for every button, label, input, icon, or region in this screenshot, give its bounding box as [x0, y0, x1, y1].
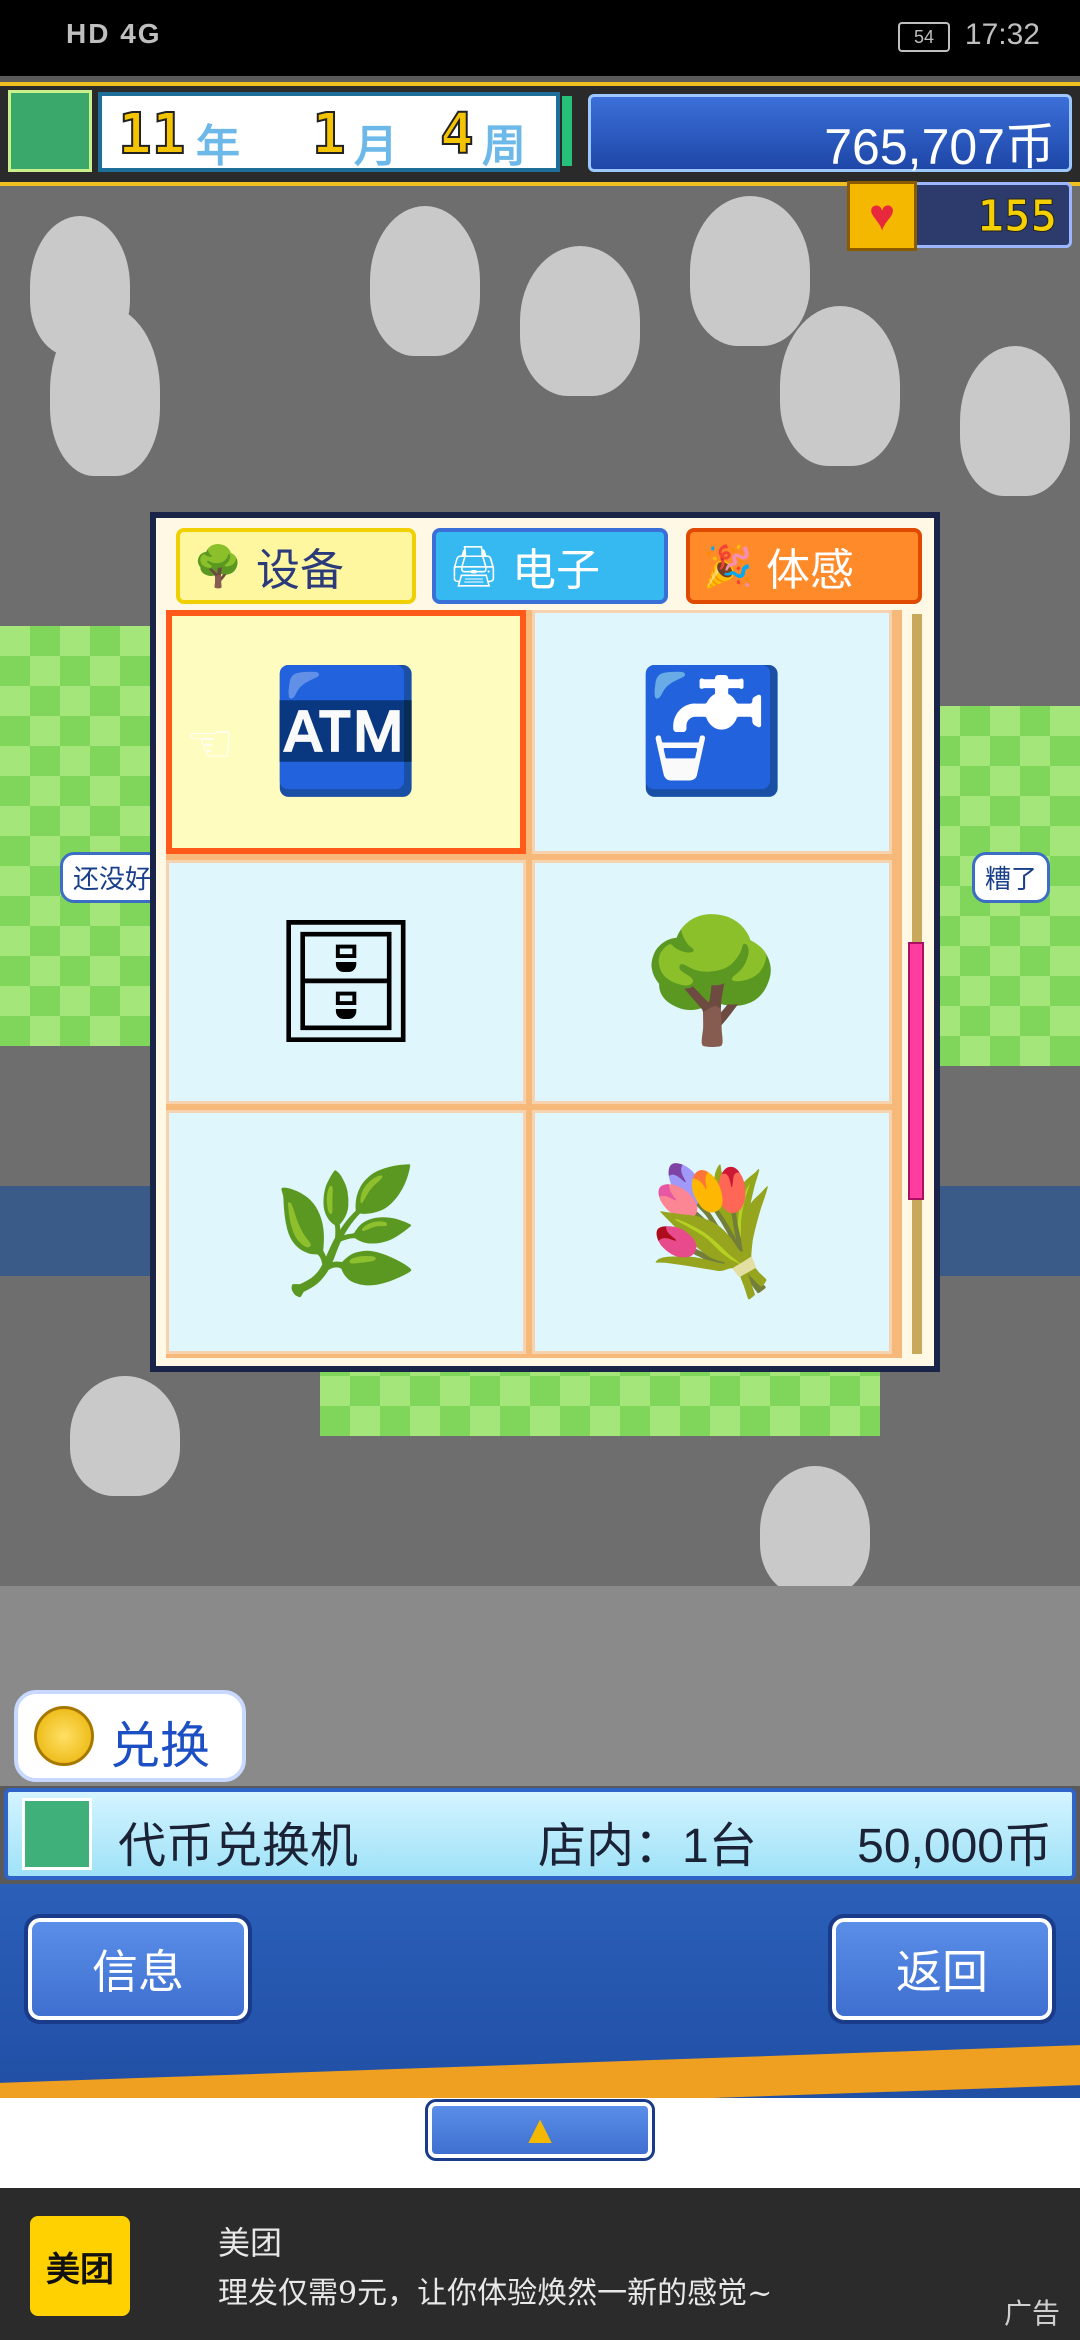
tab-label: 体感: [766, 546, 854, 595]
tab-label: 设备: [256, 546, 344, 595]
network-indicator: HD 4G: [66, 18, 162, 49]
snowy-tree-icon: [50, 306, 160, 476]
trees-icon: 🌳: [637, 914, 787, 1048]
info-button[interactable]: 信息: [24, 1914, 252, 2024]
scrollbar-thumb[interactable]: [908, 942, 924, 1200]
party-popper-icon: 🎉: [703, 544, 753, 589]
item-category-panel: 🌳 设备 🖨 电子 🎉 体感 ☜ 🏧 🚰 🗄 🌳 🌿 💐: [150, 512, 940, 1372]
meituan-logo[interactable]: 美团: [30, 2216, 130, 2316]
ad-banner[interactable]: 美团 美团 理发仅需9元，让你体验焕然一新的感觉~ 广告: [0, 2188, 1080, 2340]
month-unit: 月: [354, 122, 398, 171]
snowy-tree-icon: [690, 196, 810, 346]
clock: 17:32: [964, 18, 1040, 51]
visitor-speech-bubble: 还没好: [60, 852, 165, 903]
snowy-tree-icon: [520, 246, 640, 396]
category-tabs: 🌳 设备 🖨 电子 🎉 体感: [170, 528, 922, 604]
item-price: 50,000币: [857, 1820, 1052, 1873]
expand-up-button[interactable]: ▲: [425, 2099, 655, 2161]
visitor-speech-bubble: 糟了: [972, 852, 1051, 903]
hand-pointer-icon: ☜: [186, 714, 235, 774]
snowy-tree-icon: [760, 1466, 870, 1596]
back-button[interactable]: 返回: [828, 1914, 1056, 2024]
item-water-dispenser[interactable]: 🚰: [532, 610, 892, 854]
item-name: 代币兑换机: [118, 1820, 359, 1873]
item-info-bar: 代币兑换机 店内：1台 50,000币: [4, 1788, 1076, 1880]
tree-bench-icon: 🌳: [193, 544, 243, 589]
progress-bar: [562, 96, 572, 166]
item-grid: ☜ 🏧 🚰 🗄 🌳 🌿 💐: [166, 610, 902, 1358]
register-icon: 🖨: [448, 544, 500, 589]
snowy-tree-icon: [960, 346, 1070, 496]
ad-tag: 广告: [1003, 2298, 1060, 2329]
item-flower-vase[interactable]: 💐: [532, 1110, 892, 1354]
week-unit: 周: [482, 122, 526, 171]
up-arrow-icon: ▲: [520, 2107, 560, 2152]
ad-description[interactable]: 理发仅需9元，让你体验焕然一新的感觉~: [218, 2268, 772, 2312]
bottom-control-panel: 信息 返回 ▲: [0, 1884, 1080, 2188]
ad-title[interactable]: 美团: [218, 2218, 282, 2264]
exchange-label: 兑换: [110, 1718, 210, 1774]
year-value: 11: [117, 101, 186, 168]
month-value: 1: [311, 101, 347, 168]
lockers-icon: 🗄: [269, 914, 423, 1048]
water-dispenser-icon: 🚰: [637, 664, 787, 798]
exchange-button[interactable]: 兑换: [14, 1690, 246, 1782]
item-lockers[interactable]: 🗄: [166, 860, 526, 1104]
status-bar: HD 4G 54 17:32: [0, 0, 1080, 76]
item-hedge-planter[interactable]: 🌿: [166, 1110, 526, 1354]
heart-value: 155: [977, 191, 1057, 243]
coin-icon: [34, 1706, 94, 1766]
heart-counter: ♥ 155: [847, 181, 1072, 251]
shop-icon: [22, 1798, 92, 1870]
tab-electronics[interactable]: 🖨 电子: [432, 528, 668, 604]
snowy-tree-icon: [70, 1376, 180, 1496]
item-trees[interactable]: 🌳: [532, 860, 892, 1104]
battery-icon: 54: [898, 22, 950, 52]
tab-motion-sensing[interactable]: 🎉 体感: [686, 528, 922, 604]
top-hud: 11 年 1 月 4 周 765,707币: [0, 82, 1080, 186]
snowy-tree-icon: [370, 206, 480, 356]
item-token-exchange-machine[interactable]: ☜ 🏧: [166, 610, 526, 854]
tab-label: 电子: [512, 546, 600, 595]
arcade-floor-left: [0, 626, 150, 1046]
item-count: 店内：1台: [538, 1820, 757, 1873]
date-display: 11 年 1 月 4 周: [98, 92, 560, 172]
flower-vase-icon: 💐: [637, 1164, 787, 1298]
money-value: 765,707币: [824, 119, 1055, 175]
tab-equipment[interactable]: 🌳 设备: [176, 528, 416, 604]
home-icon[interactable]: [8, 90, 92, 172]
hedge-planter-icon: 🌿: [271, 1164, 421, 1298]
year-unit: 年: [196, 122, 240, 171]
week-value: 4: [439, 101, 475, 168]
snowy-tree-icon: [780, 306, 900, 466]
token-exchange-machine-icon: 🏧: [271, 664, 421, 798]
money-display: 765,707币: [588, 94, 1072, 175]
heart-icon: ♥: [847, 181, 917, 251]
